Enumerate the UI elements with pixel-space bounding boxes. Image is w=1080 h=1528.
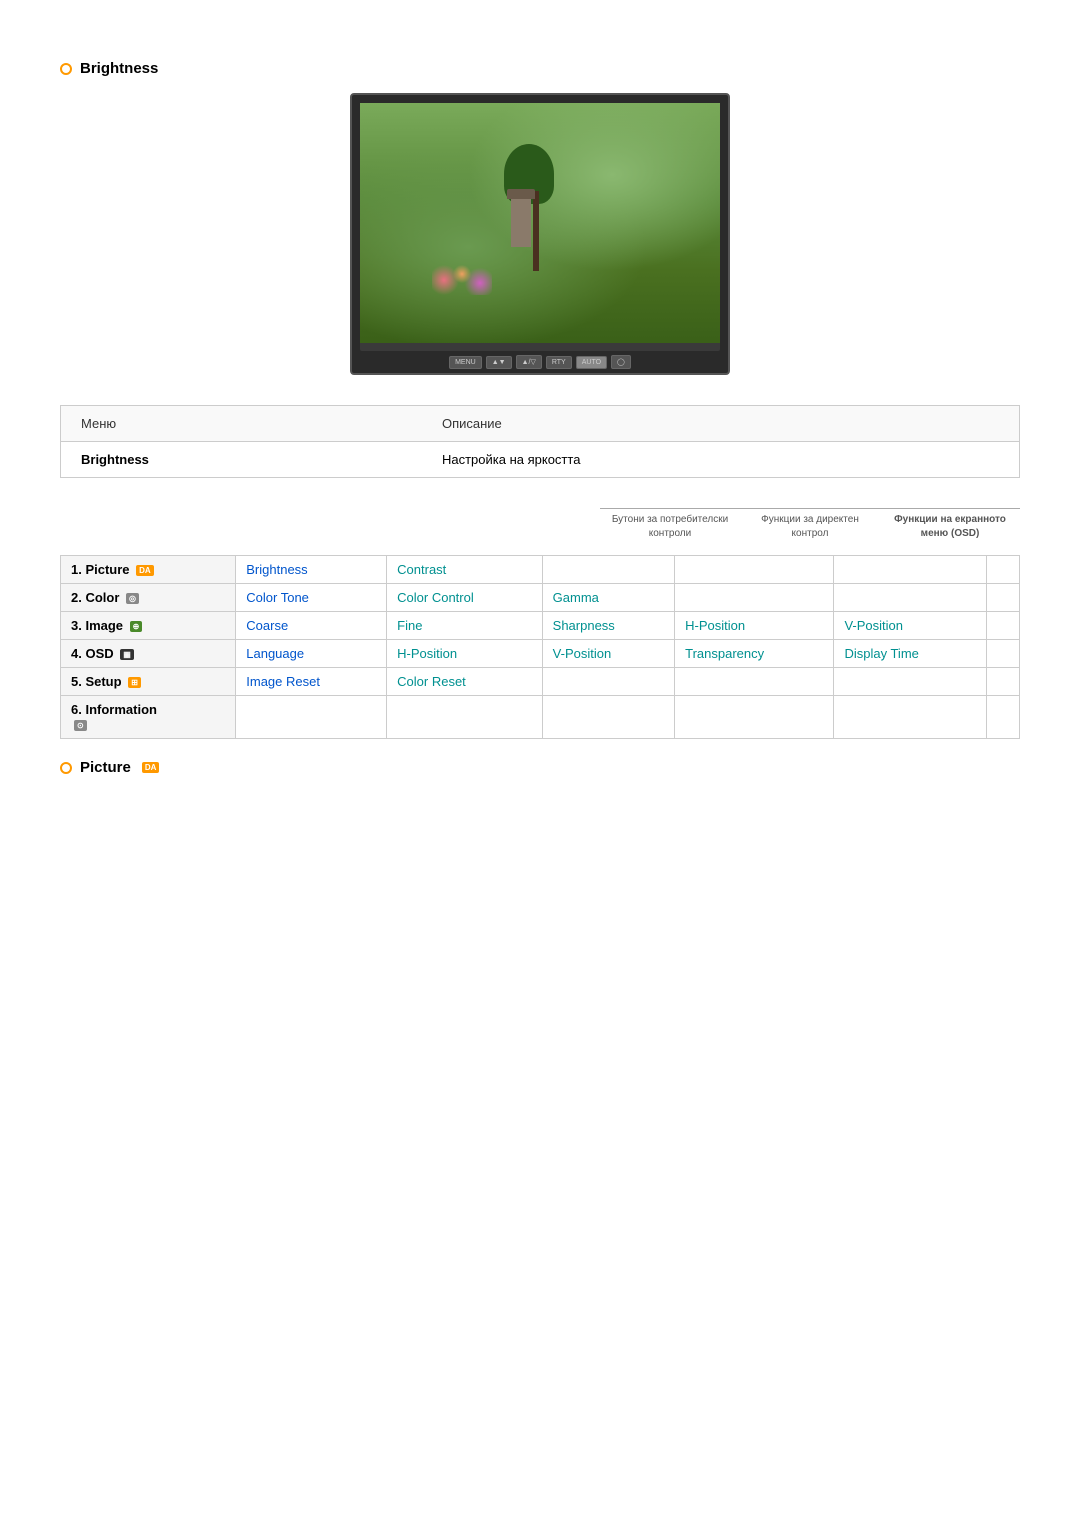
auto-button[interactable]: AUTO xyxy=(576,356,607,369)
table-row: 1. Picture DA Brightness Contrast xyxy=(61,556,1020,584)
btn-func-col-2: Функции за директен контрол xyxy=(740,508,880,545)
menu-item-5-badge: ⊞ xyxy=(128,677,141,688)
grid-cell-empty xyxy=(986,556,1020,584)
grid-cell: Transparency xyxy=(675,640,834,668)
grid-cell-empty xyxy=(675,584,834,612)
grid-cell: H-Position xyxy=(387,640,543,668)
grid-cell-empty xyxy=(986,584,1020,612)
brightness-section: Brightness MENU ▲▼ ▲/▽ RTY AUTO ◯ xyxy=(60,60,1020,478)
grid-cell-empty xyxy=(986,668,1020,696)
nav-button-1[interactable]: ▲▼ xyxy=(486,356,512,369)
grid-cell-empty xyxy=(542,556,674,584)
menu-item-4: 4. OSD ▦ xyxy=(61,640,236,668)
menu-item-1-badge: DA xyxy=(136,565,154,576)
info-table: Меню Описание Brightness Настройка на яр… xyxy=(61,406,1019,477)
grid-cell-empty xyxy=(675,668,834,696)
monitor: MENU ▲▼ ▲/▽ RTY AUTO ◯ xyxy=(350,93,730,375)
grid-cell-empty xyxy=(986,640,1020,668)
monitor-screen xyxy=(360,103,720,343)
brightness-label: Brightness xyxy=(80,60,158,77)
menu-item-6-label: 6. Information xyxy=(71,702,157,717)
menu-item-5-label: 5. Setup xyxy=(71,674,122,689)
grid-cell-empty xyxy=(834,584,986,612)
grid-cell: V-Position xyxy=(834,612,986,640)
menu-item-3: 3. Image ⊕ xyxy=(61,612,236,640)
grid-cell: Language xyxy=(236,640,387,668)
menu-item-6-badge: ⊙ xyxy=(74,720,87,731)
table-row: 4. OSD ▦ Language H-Position V-Position … xyxy=(61,640,1020,668)
menu-item-2-label: 2. Color xyxy=(71,590,119,605)
picture-badge: DA xyxy=(142,762,160,773)
grid-cell: Color Control xyxy=(387,584,543,612)
info-table-container: Меню Описание Brightness Настройка на яр… xyxy=(60,405,1020,478)
grid-cell-empty xyxy=(675,696,834,739)
monitor-container: MENU ▲▼ ▲/▽ RTY AUTO ◯ xyxy=(60,93,1020,375)
grid-cell-empty xyxy=(986,612,1020,640)
table-header-menu: Меню xyxy=(61,406,422,442)
picture-label: Picture xyxy=(80,759,131,776)
grid-cell-empty xyxy=(542,668,674,696)
menu-button[interactable]: MENU xyxy=(449,356,482,369)
grid-cell: Display Time xyxy=(834,640,986,668)
grid-cell: Color Tone xyxy=(236,584,387,612)
grid-cell: Coarse xyxy=(236,612,387,640)
grid-cell-empty xyxy=(675,556,834,584)
grid-cell-empty xyxy=(236,696,387,739)
table-row: 5. Setup ⊞ Image Reset Color Reset xyxy=(61,668,1020,696)
grid-cell-empty xyxy=(834,668,986,696)
grid-cell: Brightness xyxy=(236,556,387,584)
menu-grid-table: 1. Picture DA Brightness Contrast 2. Col… xyxy=(60,555,1020,739)
table-row: 2. Color ◎ Color Tone Color Control Gamm… xyxy=(61,584,1020,612)
btn-func-col-1: Бутони за потребителски контроли xyxy=(600,508,740,545)
table-row: 6. Information ⊙ xyxy=(61,696,1020,739)
grid-cell: Gamma xyxy=(542,584,674,612)
table-header-desc: Описание xyxy=(422,406,1019,442)
grid-cell-empty xyxy=(986,696,1020,739)
grid-cell: Sharpness xyxy=(542,612,674,640)
table-cell-menu: Brightness xyxy=(61,442,422,478)
btn-func-col-3: Функции на екранното меню (OSD) xyxy=(880,508,1020,545)
nav-button-2[interactable]: ▲/▽ xyxy=(516,355,542,369)
menu-item-1: 1. Picture DA xyxy=(61,556,236,584)
grid-cell: Fine xyxy=(387,612,543,640)
menu-item-1-label: 1. Picture xyxy=(71,562,130,577)
grid-cell: H-Position xyxy=(675,612,834,640)
menu-item-6: 6. Information ⊙ xyxy=(61,696,236,739)
grid-cell: Image Reset xyxy=(236,668,387,696)
picture-section-title: Picture DA xyxy=(60,759,1020,776)
grid-cell-empty xyxy=(542,696,674,739)
menu-item-3-badge: ⊕ xyxy=(130,621,143,632)
button-functions-header: Бутони за потребителски контроли Функции… xyxy=(60,508,1020,545)
grid-cell-empty xyxy=(834,696,986,739)
brightness-circle-icon xyxy=(60,63,72,75)
menu-item-5: 5. Setup ⊞ xyxy=(61,668,236,696)
menu-item-3-label: 3. Image xyxy=(71,618,123,633)
grid-cell-empty xyxy=(387,696,543,739)
grid-cell: Contrast xyxy=(387,556,543,584)
grid-cell: Color Reset xyxy=(387,668,543,696)
grid-cell-empty xyxy=(834,556,986,584)
menu-item-4-badge: ▦ xyxy=(120,649,134,660)
table-row: Brightness Настройка на яркостта xyxy=(61,442,1019,478)
menu-item-4-label: 4. OSD xyxy=(71,646,114,661)
brightness-title: Brightness xyxy=(60,60,1020,77)
menu-item-2: 2. Color ◎ xyxy=(61,584,236,612)
grid-cell: V-Position xyxy=(542,640,674,668)
picture-circle-icon xyxy=(60,762,72,774)
power-button[interactable]: ◯ xyxy=(611,355,631,369)
monitor-controls: MENU ▲▼ ▲/▽ RTY AUTO ◯ xyxy=(360,351,720,373)
table-cell-desc: Настройка на яркостта xyxy=(422,442,1019,478)
rty-button[interactable]: RTY xyxy=(546,356,572,369)
menu-item-2-badge: ◎ xyxy=(126,593,139,604)
table-row: 3. Image ⊕ Coarse Fine Sharpness H-Posit… xyxy=(61,612,1020,640)
picture-section: Picture DA xyxy=(60,759,1020,776)
